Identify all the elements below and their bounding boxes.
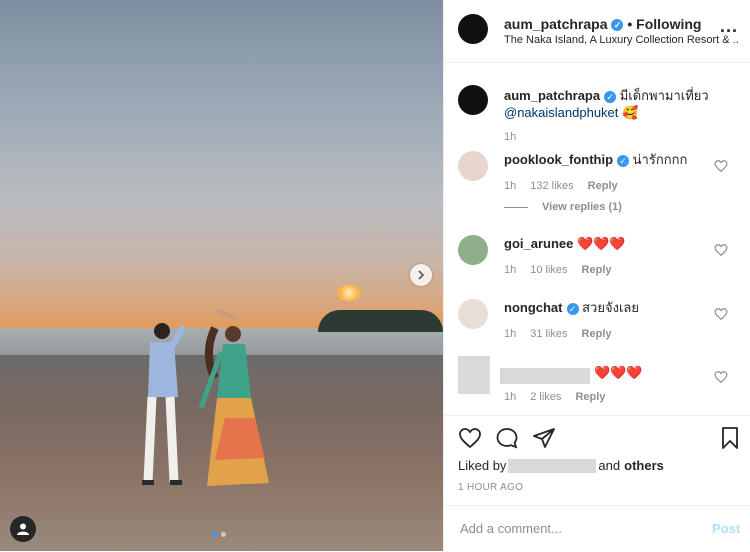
redacted-avatar[interactable]: [458, 356, 490, 394]
reply-button[interactable]: Reply: [582, 328, 612, 340]
location-link[interactable]: The Naka Island, A Luxury Collection Res…: [504, 34, 739, 46]
likes-summary[interactable]: Liked by and others: [458, 458, 664, 473]
comment-likes[interactable]: 132 likes: [530, 180, 573, 192]
others-link[interactable]: others: [624, 458, 664, 473]
comment-time[interactable]: 1h: [504, 391, 516, 403]
reply-button[interactable]: Reply: [582, 264, 612, 276]
like-comment-heart-icon[interactable]: [714, 370, 728, 384]
man-figure: [142, 323, 184, 485]
author-avatar[interactable]: [458, 14, 488, 44]
commenter-avatar[interactable]: [458, 235, 488, 265]
like-heart-icon[interactable]: [458, 426, 482, 450]
post-side-panel: aum_patchrapa ✓ • Following The Naka Isla…: [443, 0, 750, 551]
post-photo[interactable]: [0, 0, 443, 551]
comment-time[interactable]: 1h: [504, 264, 516, 276]
comment-text-line: nongchat ✓ สวยจังเลย: [504, 299, 704, 316]
sunset-sun: [336, 285, 362, 301]
chevron-right-icon: [418, 270, 425, 280]
liked-by-prefix: Liked by: [458, 458, 507, 473]
comment-time[interactable]: 1h: [504, 328, 516, 340]
next-slide-button[interactable]: [410, 264, 432, 286]
post-header: aum_patchrapa ✓ • Following The Naka Isla…: [444, 0, 750, 63]
comment-meta: 1h 2 likes Reply: [504, 391, 605, 403]
like-comment-heart-icon[interactable]: [714, 307, 728, 321]
carousel-dot-active: [212, 532, 217, 537]
reply-button[interactable]: Reply: [588, 180, 618, 192]
caption-emoji: 🥰: [622, 105, 639, 120]
add-comment-bar: Post: [444, 505, 750, 552]
verified-badge-icon: ✓: [604, 90, 617, 103]
author-username[interactable]: aum_patchrapa: [504, 16, 607, 32]
like-comment-heart-icon[interactable]: [714, 243, 728, 257]
caption-avatar[interactable]: [458, 85, 488, 115]
add-comment-input[interactable]: [458, 520, 682, 537]
woman-figure: [198, 308, 269, 486]
comment-username[interactable]: nongchat: [504, 300, 563, 315]
comment-time[interactable]: 1h: [504, 180, 516, 192]
like-comment-heart-icon[interactable]: [714, 159, 728, 173]
comment-bubble-icon[interactable]: [495, 426, 519, 450]
caption-username[interactable]: aum_patchrapa: [504, 88, 600, 103]
reply-button[interactable]: Reply: [575, 391, 605, 403]
save-bookmark-icon[interactable]: [718, 426, 742, 450]
share-paper-plane-icon[interactable]: [532, 426, 556, 450]
verified-badge-icon: ✓: [566, 302, 579, 315]
commenter-avatar[interactable]: [458, 299, 488, 329]
comment-username[interactable]: pooklook_fonthip: [504, 152, 613, 167]
comment-text-line: goi_arunee ❤️❤️❤️: [504, 235, 704, 252]
comment-body: ❤️❤️❤️: [576, 236, 626, 251]
view-replies-label: View replies (1): [542, 201, 622, 213]
post-timestamp[interactable]: 1 HOUR AGO: [458, 482, 523, 493]
comment-likes[interactable]: 2 likes: [530, 391, 561, 403]
liked-by-suffix: and: [598, 458, 621, 473]
more-options-icon[interactable]: ...: [720, 16, 738, 37]
user-icon: [17, 523, 29, 535]
tagged-users-button[interactable]: [10, 516, 36, 542]
comment-body: ❤️❤️❤️: [594, 365, 643, 380]
redacted-liker-name: [508, 458, 597, 473]
comment-likes[interactable]: 10 likes: [530, 264, 567, 276]
divider-line: [504, 206, 528, 208]
comment-meta: 1h 132 likes Reply: [504, 180, 618, 192]
comment-body: น่ารักกกก: [632, 152, 688, 167]
author-line: aum_patchrapa ✓ • Following: [504, 16, 701, 32]
verified-badge-icon: ✓: [617, 154, 630, 167]
island-hill: [318, 310, 443, 332]
post-modal: aum_patchrapa ✓ • Following The Naka Isla…: [0, 0, 750, 551]
carousel-dot: [221, 532, 226, 537]
comment-body: สวยจังเลย: [582, 300, 639, 315]
caption-text: มีเด็กพามาเที่ยว: [619, 88, 709, 103]
carousel-indicator: [212, 532, 226, 537]
following-button[interactable]: • Following: [627, 16, 701, 32]
verified-badge-icon: ✓: [611, 19, 624, 32]
redacted-username: [500, 368, 590, 384]
post-actions: Liked by and others 1 HOUR AGO: [444, 415, 750, 506]
comments-list[interactable]: aum_patchrapa ✓ มีเด็กพามาเที่ยว @nakaisl…: [444, 63, 750, 415]
commenter-avatar[interactable]: [458, 151, 488, 181]
comment-username[interactable]: goi_arunee: [504, 236, 573, 251]
caption: aum_patchrapa ✓ มีเด็กพามาเที่ยว @nakaisl…: [504, 87, 734, 121]
caption-time[interactable]: 1h: [504, 131, 516, 143]
comment-likes[interactable]: 31 likes: [530, 328, 567, 340]
comment-meta: 1h 31 likes Reply: [504, 328, 612, 340]
comment-text-line: pooklook_fonthip ✓ น่ารักกกก: [504, 151, 704, 168]
caption-mention[interactable]: @nakaislandphuket: [504, 105, 618, 120]
view-replies-button[interactable]: View replies (1): [504, 201, 622, 213]
post-comment-button[interactable]: Post: [712, 521, 740, 536]
comment-meta: 1h 10 likes Reply: [504, 264, 612, 276]
